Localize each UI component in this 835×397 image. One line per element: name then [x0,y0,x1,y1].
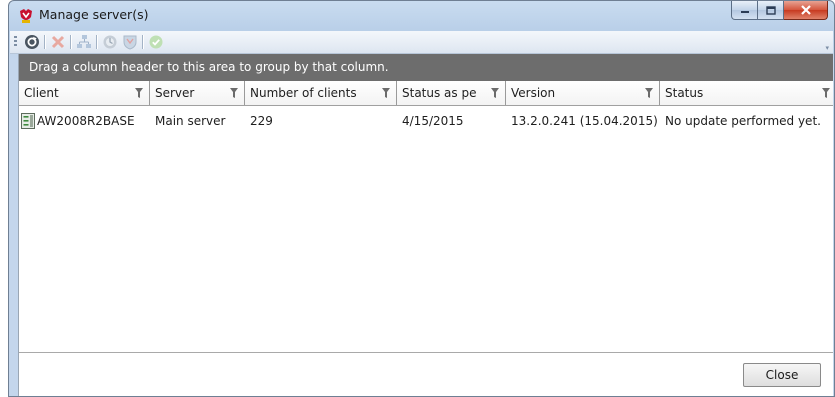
minimize-icon [740,11,749,13]
maximize-icon [765,5,776,15]
app-logo-icon [20,9,32,23]
filter-icon[interactable] [645,88,653,98]
toolbar-grip[interactable] [14,36,17,48]
manage-servers-window: Manage server(s) ▾ Drag a column header … [8,0,835,397]
delete-button[interactable] [50,34,66,50]
window-controls [731,1,828,21]
filter-icon[interactable] [382,88,390,98]
column-header-number-of-clients[interactable]: Number of clients [245,81,397,105]
grid-header: Client Server Number of clients Status a… [19,81,833,106]
checkmark-icon [149,35,163,49]
close-icon [800,5,811,15]
cell-number-of-clients: 229 [250,114,273,128]
window-title: Manage server(s) [39,7,149,22]
grid-body: AW2008R2BASE Main server 229 4/15/2015 1… [19,106,833,353]
refresh-icon [25,35,39,49]
table-row[interactable]: AW2008R2BASE Main server 229 4/15/2015 1… [19,110,833,132]
grid-container: Drag a column header to this area to gro… [18,54,833,396]
dialog-footer: Close [19,352,833,396]
title-bar[interactable]: Manage server(s) [9,1,834,31]
filter-icon[interactable] [135,88,143,98]
cell-status: No update performed yet. [665,114,821,128]
close-window-button[interactable] [784,1,828,20]
toolbar-separator [142,35,144,49]
cell-version: 13.2.0.241 (15.04.2015) [511,114,658,128]
network-icon [77,35,91,48]
toolbar-separator [70,35,72,49]
refresh-button[interactable] [24,34,40,50]
server-icon [21,113,35,129]
toolbar-separator [44,35,46,49]
cell-server: Main server [155,114,226,128]
group-by-panel[interactable]: Drag a column header to this area to gro… [19,54,833,81]
column-header-version[interactable]: Version [506,81,660,105]
delete-icon [51,35,65,49]
shield-icon [123,35,137,50]
column-header-status-as-per[interactable]: Status as pe [397,81,506,105]
filter-icon[interactable] [491,88,499,98]
update-button[interactable] [102,34,118,50]
column-header-server[interactable]: Server [150,81,245,105]
confirm-button[interactable] [148,34,164,50]
column-header-status[interactable]: Status [660,81,834,105]
filter-icon[interactable] [822,88,830,98]
network-button[interactable] [76,34,92,50]
shield-button[interactable] [122,34,138,50]
filter-icon[interactable] [230,88,238,98]
toolbar: ▾ [10,31,833,54]
close-button[interactable]: Close [743,363,821,387]
toolbar-overflow-icon[interactable]: ▾ [825,44,829,52]
maximize-button[interactable] [758,1,784,20]
cell-status-as-per: 4/15/2015 [402,114,464,128]
toolbar-separator [96,35,98,49]
column-header-client[interactable]: Client [19,81,150,105]
update-icon [103,35,117,49]
cell-client: AW2008R2BASE [19,110,150,132]
minimize-button[interactable] [731,1,758,20]
